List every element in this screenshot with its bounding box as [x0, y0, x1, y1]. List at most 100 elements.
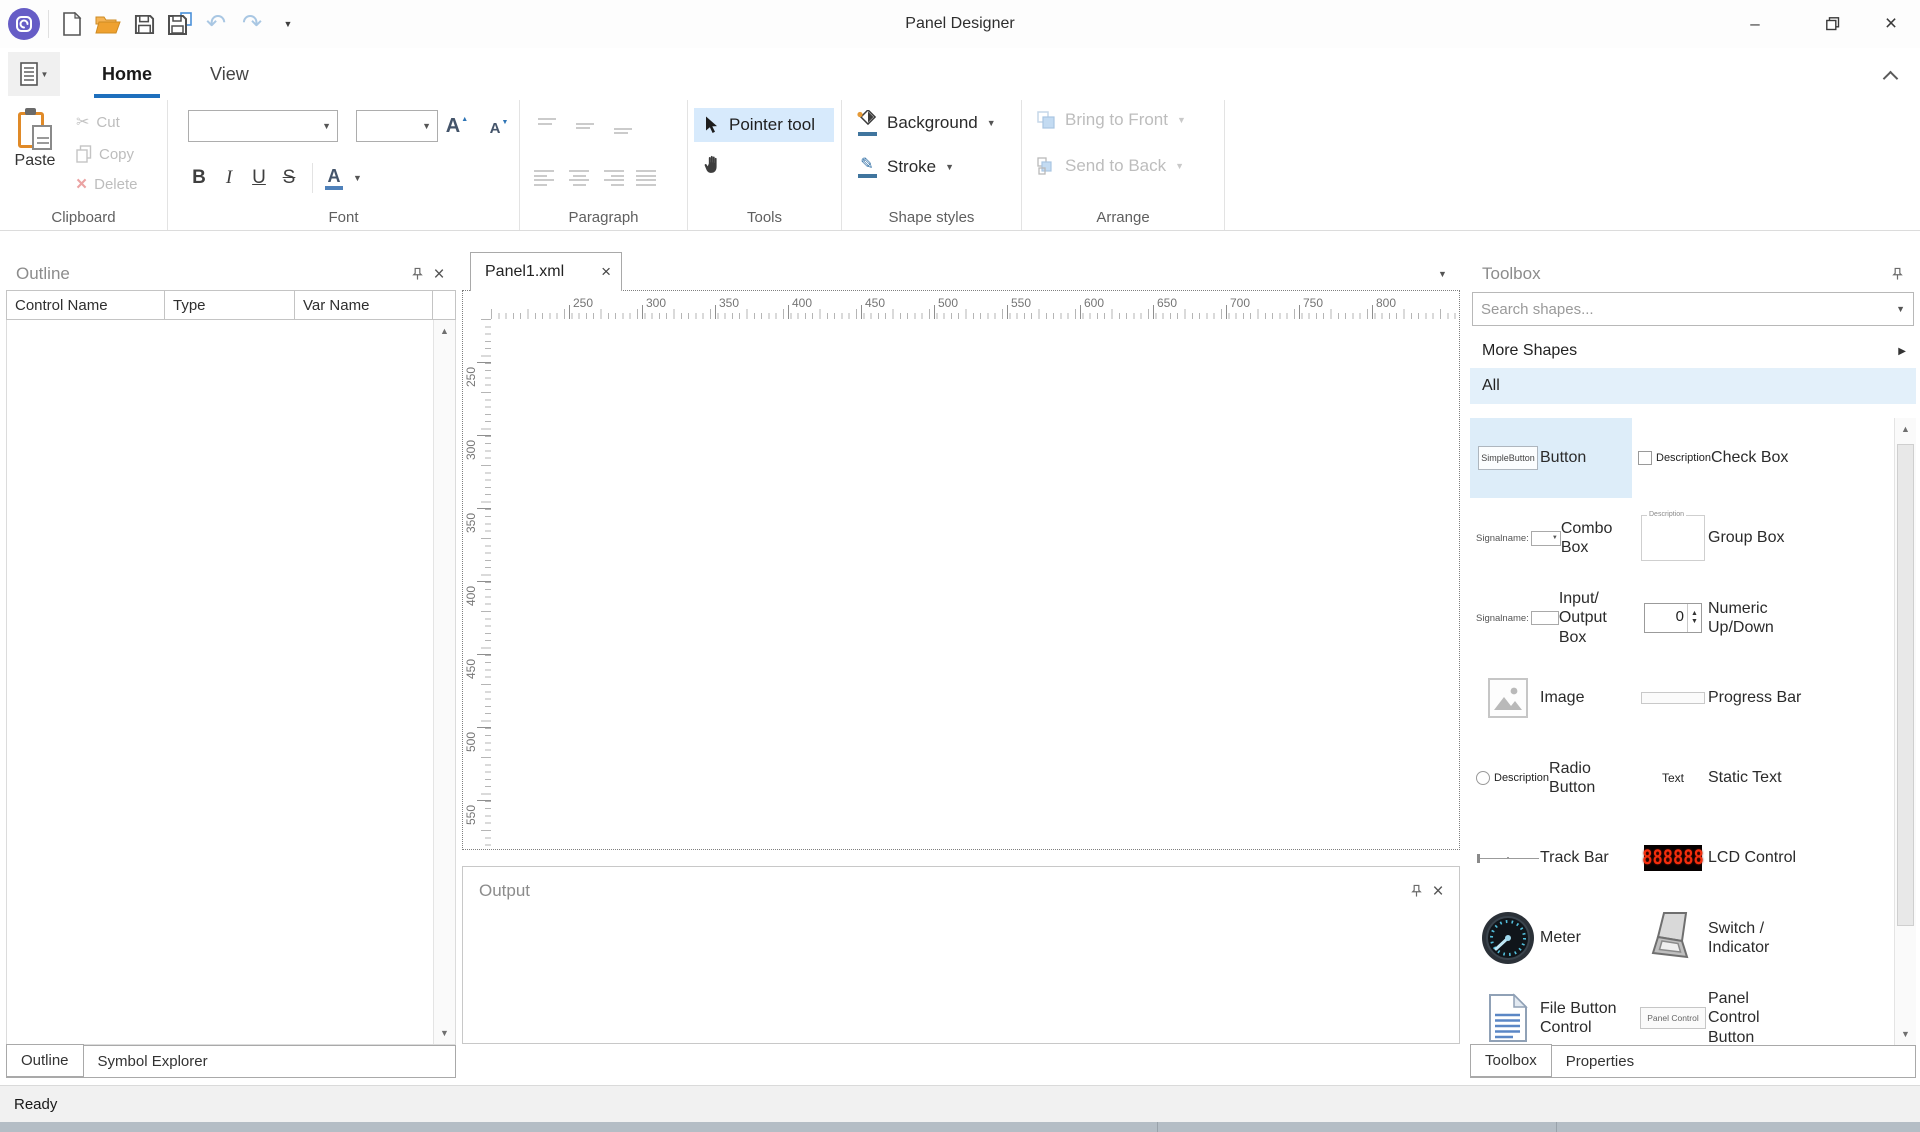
cut-button[interactable]: ✂ Cut	[72, 110, 141, 134]
design-surface[interactable]: 250300350400450500550600650700750800 250…	[462, 290, 1460, 850]
chevron-down-icon: ▼	[1175, 161, 1184, 171]
tab-toolbox[interactable]: Toolbox	[1470, 1044, 1552, 1077]
toolbox-item-button[interactable]: SimpleButton Button	[1470, 418, 1632, 498]
send-to-back-button[interactable]: Send to Back ▼	[1036, 156, 1184, 176]
toolbox-item-file-button-control[interactable]: File Button Control	[1470, 978, 1632, 1045]
close-icon[interactable]: ×	[428, 263, 450, 285]
shrink-font-button[interactable]: A ▼	[482, 112, 516, 144]
ribbon-group-arrange: Bring to Front ▼ Send to Back ▼ Arrange	[1022, 100, 1225, 230]
toolbox-scrollbar[interactable]: ▲ ▼	[1894, 418, 1916, 1045]
outline-scrollbar[interactable]: ▲ ▼	[433, 320, 455, 1044]
design-canvas[interactable]	[491, 319, 1457, 847]
toolbox-search-box[interactable]: ▼	[1472, 292, 1914, 326]
ruler-major-tick	[477, 362, 491, 363]
font-color-swatch	[325, 186, 343, 190]
toolbox-item-numeric-up-down[interactable]: 0▲▼ Numeric Up/Down	[1632, 578, 1894, 658]
column-header-control-name[interactable]: Control Name	[7, 291, 165, 319]
toolbox-item-lcd-control[interactable]: 888888 LCD Control	[1632, 818, 1894, 898]
chevron-down-icon[interactable]: ▼	[1896, 304, 1905, 314]
toolbox-item-image[interactable]: Image	[1470, 658, 1632, 738]
font-color-dropdown[interactable]: ▼	[353, 173, 362, 183]
toolbox-item-radio-button[interactable]: Description Radio Button	[1470, 738, 1632, 818]
align-top-button[interactable]	[538, 118, 560, 134]
justify-button[interactable]	[636, 170, 658, 186]
right-arrow-icon: ▶	[1898, 346, 1906, 357]
restore-button[interactable]	[1804, 0, 1862, 47]
toolbox-item-input-output-box[interactable]: Signalname: Input/​Output Box	[1470, 578, 1632, 658]
tab-properties[interactable]: Properties	[1552, 1046, 1648, 1077]
group-label-clipboard: Clipboard	[0, 209, 167, 226]
scroll-up-icon[interactable]: ▲	[434, 320, 455, 342]
app-menu-button[interactable]: ▼	[8, 52, 60, 96]
column-header-type[interactable]: Type	[165, 291, 295, 319]
checkbox-preview	[1638, 451, 1652, 465]
close-icon[interactable]: ×	[1427, 880, 1449, 902]
scroll-down-icon[interactable]: ▼	[1895, 1023, 1916, 1045]
align-middle-button[interactable]	[576, 118, 598, 134]
italic-button[interactable]: I	[214, 162, 244, 194]
toolbox-item-progress-bar[interactable]: Progress Bar	[1632, 658, 1894, 738]
trackbar-preview	[1477, 853, 1539, 863]
stroke-button[interactable]: ✎ Stroke ▼	[856, 156, 954, 178]
scrollbar-thumb[interactable]	[1897, 444, 1914, 926]
toolbox-item-static-text[interactable]: Text Static Text	[1632, 738, 1894, 818]
hand-tool-button[interactable]	[696, 148, 728, 180]
toolbox-item-meter[interactable]: Meter	[1470, 898, 1632, 978]
tab-view[interactable]: View	[196, 48, 263, 100]
tab-symbol-explorer[interactable]: Symbol Explorer	[84, 1046, 222, 1077]
document-list-dropdown[interactable]: ▼	[1438, 264, 1447, 282]
pin-icon[interactable]	[1405, 880, 1427, 902]
document-tab-panel1[interactable]: Panel1.xml ×	[470, 252, 622, 291]
minimize-button[interactable]: –	[1726, 0, 1784, 47]
chevron-down-icon: ▼	[945, 162, 954, 172]
tab-outline[interactable]: Outline	[6, 1044, 84, 1077]
font-size-select[interactable]: ▼	[356, 110, 438, 142]
toolbox-item-panel-control-button[interactable]: Panel Control Panel Control Button	[1632, 978, 1894, 1045]
align-right-button[interactable]	[602, 170, 624, 186]
title-bar: ↶ ↷ ▼ Panel Designer – ×	[0, 0, 1920, 49]
toolbox-item-group-box[interactable]: Description Group Box	[1632, 498, 1894, 578]
strikethrough-button[interactable]: S	[274, 162, 304, 194]
ruler-label: 750	[1303, 296, 1323, 310]
toolbox-item-track-bar[interactable]: Track Bar	[1470, 818, 1632, 898]
align-left-button[interactable]	[534, 170, 556, 186]
toolbox-item-check-box[interactable]: Description Check Box	[1632, 418, 1894, 498]
collapse-ribbon-button[interactable]	[1878, 66, 1902, 90]
scroll-up-icon[interactable]: ▲	[1895, 418, 1916, 440]
close-tab-icon[interactable]: ×	[601, 262, 611, 282]
filter-all-item[interactable]: All	[1470, 368, 1916, 404]
ruler-label: 400	[792, 296, 812, 310]
meter-preview-icon	[1481, 911, 1535, 965]
toolbox-item-switch-indicator[interactable]: Switch / Indicator	[1632, 898, 1894, 978]
search-input[interactable]	[1473, 301, 1896, 318]
bold-button[interactable]: B	[184, 162, 214, 194]
underline-button[interactable]: U	[244, 162, 274, 194]
font-family-select[interactable]: ▼	[188, 110, 338, 142]
paste-button[interactable]: Paste	[6, 108, 64, 170]
font-color-button[interactable]: A	[321, 167, 347, 190]
button-preview: SimpleButton	[1478, 446, 1538, 470]
outline-panel-header: Outline ×	[6, 258, 456, 290]
grow-font-button[interactable]: A ▲	[440, 110, 474, 142]
more-shapes-item[interactable]: More Shapes ▶	[1470, 334, 1916, 368]
scroll-down-icon[interactable]: ▼	[434, 1022, 455, 1044]
copy-button[interactable]: Copy	[72, 143, 141, 165]
group-label-shape-styles: Shape styles	[842, 209, 1021, 226]
toolbox-item-combo-box[interactable]: Signalname:▼ Combo Box	[1470, 498, 1632, 578]
align-bottom-button[interactable]	[614, 118, 636, 134]
background-button[interactable]: Background ▼	[856, 110, 996, 136]
output-panel-header: Output ×	[463, 867, 1459, 909]
tab-home[interactable]: Home	[88, 48, 166, 100]
column-header-var-name[interactable]: Var Name	[295, 291, 433, 319]
ruler-label: 650	[1157, 296, 1177, 310]
close-window-button[interactable]: ×	[1862, 0, 1920, 47]
toolbox-items-grid: SimpleButton Button Description Check Bo…	[1470, 418, 1894, 1045]
align-center-button[interactable]	[568, 170, 590, 186]
delete-button[interactable]: × Delete	[72, 174, 141, 195]
bring-to-front-button[interactable]: Bring to Front ▼	[1036, 110, 1186, 130]
toolbox-panel: Toolbox ▼ More Shapes ▶ All SimpleButton…	[1470, 258, 1916, 1078]
pin-icon[interactable]	[1886, 263, 1908, 285]
pin-icon[interactable]	[406, 263, 428, 285]
outline-list[interactable]: ▲ ▼	[6, 320, 456, 1045]
pointer-tool-button[interactable]: Pointer tool	[694, 108, 834, 142]
